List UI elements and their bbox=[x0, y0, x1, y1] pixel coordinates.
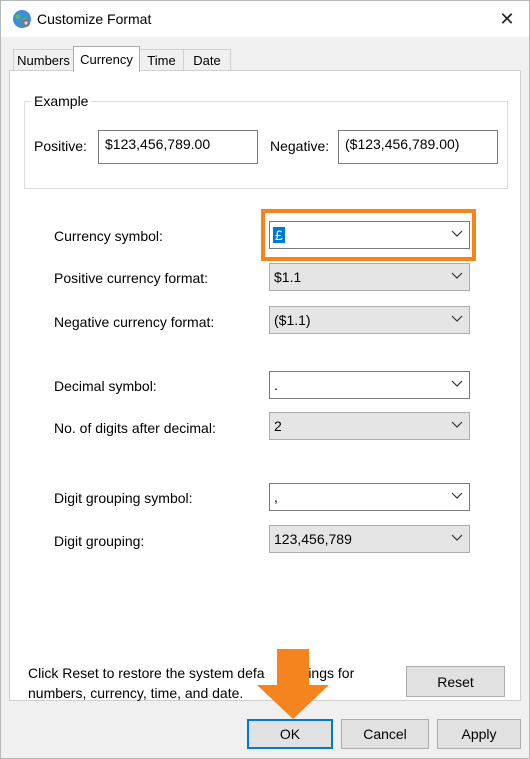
digit-grouping-combo[interactable]: 123,456,789 bbox=[269, 525, 470, 553]
digit-grouping-label: Digit grouping: bbox=[54, 533, 145, 549]
chevron-down-icon bbox=[451, 488, 463, 500]
negative-format-label: Negative currency format: bbox=[54, 314, 215, 330]
annotation-arrow-down-icon bbox=[257, 649, 329, 719]
digits-after-decimal-combo[interactable]: 2 bbox=[269, 412, 470, 440]
positive-format-combo[interactable]: $1.1 bbox=[269, 263, 470, 291]
positive-label: Positive: bbox=[34, 138, 87, 154]
digit-grouping-symbol-value: , bbox=[274, 489, 278, 505]
globe-icon bbox=[12, 9, 32, 29]
digit-grouping-value: 123,456,789 bbox=[274, 531, 352, 547]
reset-hint-line2: numbers, currency, time, and date. bbox=[28, 685, 244, 701]
tab-time[interactable]: Time bbox=[139, 49, 184, 70]
ok-button[interactable]: OK bbox=[247, 719, 333, 749]
positive-example-field: $123,456,789.00 bbox=[98, 130, 258, 164]
positive-format-value: $1.1 bbox=[274, 269, 302, 285]
currency-symbol-label: Currency symbol: bbox=[54, 228, 163, 244]
negative-format-value: ($1.1) bbox=[274, 312, 311, 328]
decimal-symbol-combo[interactable]: . bbox=[269, 371, 470, 399]
title-bar: Customize Format ✕ bbox=[1, 1, 529, 37]
negative-format-combo[interactable]: ($1.1) bbox=[269, 306, 470, 334]
chevron-down-icon bbox=[451, 311, 463, 323]
annotation-highlight-box bbox=[261, 209, 476, 261]
decimal-symbol-label: Decimal symbol: bbox=[54, 378, 157, 394]
chevron-down-icon bbox=[451, 417, 463, 429]
digits-after-decimal-label: No. of digits after decimal: bbox=[54, 420, 216, 436]
digits-after-decimal-value: 2 bbox=[274, 418, 282, 434]
positive-format-label: Positive currency format: bbox=[54, 270, 209, 286]
digit-grouping-symbol-combo[interactable]: , bbox=[269, 483, 470, 511]
apply-button[interactable]: Apply bbox=[437, 719, 521, 749]
digit-grouping-symbol-label: Digit grouping symbol: bbox=[54, 490, 193, 506]
chevron-down-icon bbox=[451, 376, 463, 388]
chevron-down-icon bbox=[451, 530, 463, 542]
negative-example-field: ($123,456,789.00) bbox=[338, 130, 498, 164]
reset-button[interactable]: Reset bbox=[406, 666, 505, 697]
decimal-symbol-value: . bbox=[274, 377, 278, 393]
tab-date[interactable]: Date bbox=[183, 49, 231, 70]
customize-format-dialog: Customize Format ✕ Numbers Currency Time… bbox=[0, 0, 530, 759]
tab-currency[interactable]: Currency bbox=[73, 46, 140, 72]
close-button[interactable]: ✕ bbox=[485, 1, 529, 37]
chevron-down-icon bbox=[451, 268, 463, 280]
close-icon: ✕ bbox=[499, 8, 515, 29]
tab-numbers[interactable]: Numbers bbox=[13, 49, 74, 70]
negative-label: Negative: bbox=[270, 138, 330, 154]
window-title: Customize Format bbox=[37, 11, 152, 27]
example-group-label: Example bbox=[31, 93, 92, 109]
cancel-button[interactable]: Cancel bbox=[341, 719, 429, 749]
